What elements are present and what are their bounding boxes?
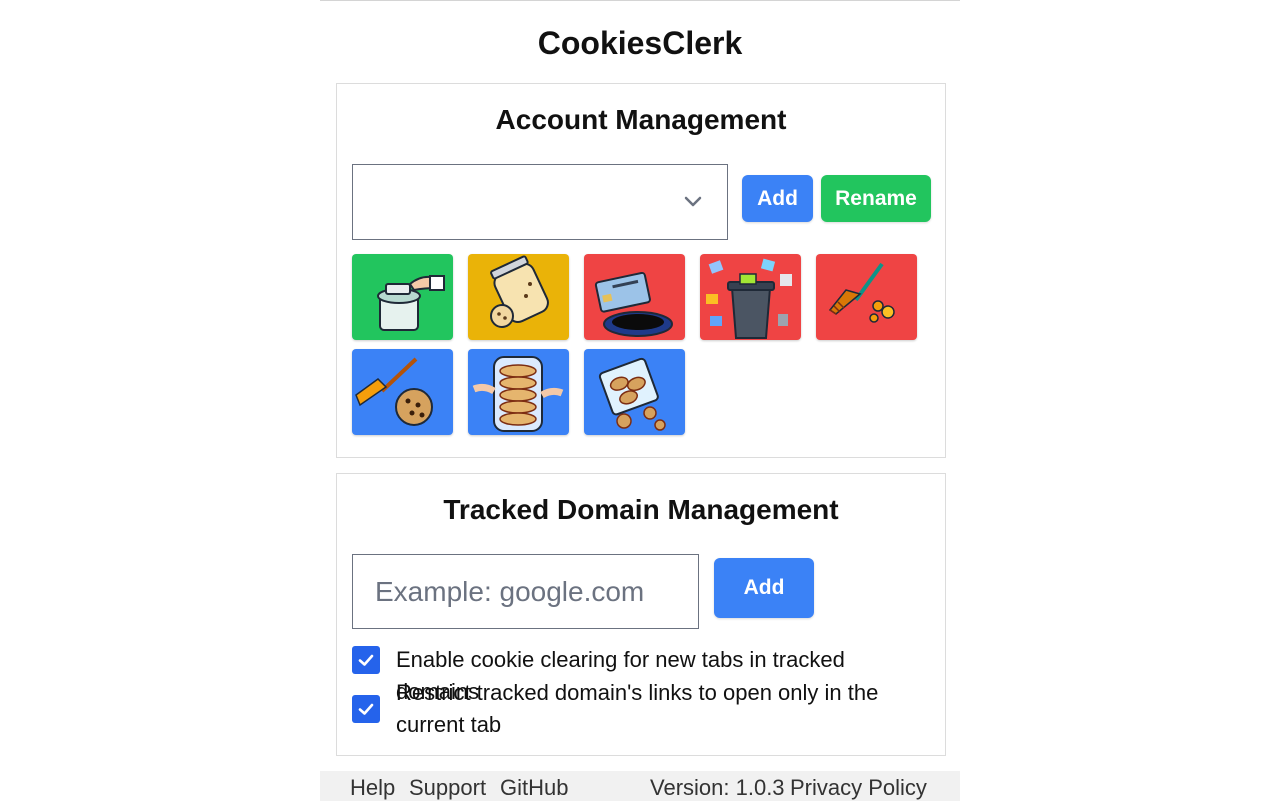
broom-cookie-icon [355, 357, 433, 426]
trash-can-icon [706, 258, 792, 339]
option-restrict-links[interactable]: Restrict tracked domain's links to open … [352, 677, 932, 741]
account-management-card: Account Management Add Rename [336, 83, 946, 458]
broom-icon [828, 262, 895, 323]
avatar-broom-crumbs[interactable] [816, 254, 917, 340]
cookie-bag-icon [598, 357, 666, 431]
rename-account-button[interactable]: Rename [821, 175, 931, 222]
account-select[interactable] [352, 164, 728, 240]
add-account-button[interactable]: Add [742, 175, 813, 222]
checkmark-icon [358, 703, 374, 715]
tracked-domain-title: Tracked Domain Management [443, 494, 839, 525]
avatar-cookie-jar-hand[interactable] [352, 254, 453, 340]
support-link[interactable]: Support [409, 775, 486, 801]
avatar-trash-can-papers[interactable] [700, 254, 801, 340]
cookie-jar-spill-icon [490, 255, 549, 328]
cookie-jar-icon [377, 275, 445, 331]
domain-input[interactable] [352, 554, 699, 629]
footer: Help Support GitHub Version: 1.0.3 Priva… [320, 771, 960, 801]
app-title: CookiesClerk [537, 25, 743, 61]
avatar-cookie-jar-spill[interactable] [468, 254, 569, 340]
option-restrict-links-label: Restrict tracked domain's links to open … [396, 680, 879, 737]
cookie-stack-icon [472, 356, 564, 432]
github-link[interactable]: GitHub [500, 775, 568, 801]
option-restrict-links-checkbox[interactable] [352, 695, 380, 723]
avatar-account-card-bin[interactable] [584, 254, 685, 340]
add-domain-button[interactable]: Add [714, 558, 814, 618]
account-card-bin-icon [594, 271, 673, 337]
avatar-cookie-stack-jar[interactable] [468, 349, 569, 435]
extension-popup: CookiesClerk Account Management Add Rena… [320, 0, 960, 801]
checkmark-icon [358, 654, 374, 666]
option-new-tabs-checkbox[interactable] [352, 646, 380, 674]
avatar-broom-cookie[interactable] [352, 349, 453, 435]
version-text: Version: 1.0.3 [650, 775, 785, 800]
help-link[interactable]: Help [350, 775, 395, 801]
account-management-title: Account Management [495, 104, 787, 135]
tracked-domain-card: Tracked Domain Management Add Enable coo… [336, 473, 946, 756]
chevron-down-icon [684, 196, 702, 207]
privacy-policy-link[interactable]: Privacy Policy [790, 775, 927, 801]
avatar-cookie-bag[interactable] [584, 349, 685, 435]
